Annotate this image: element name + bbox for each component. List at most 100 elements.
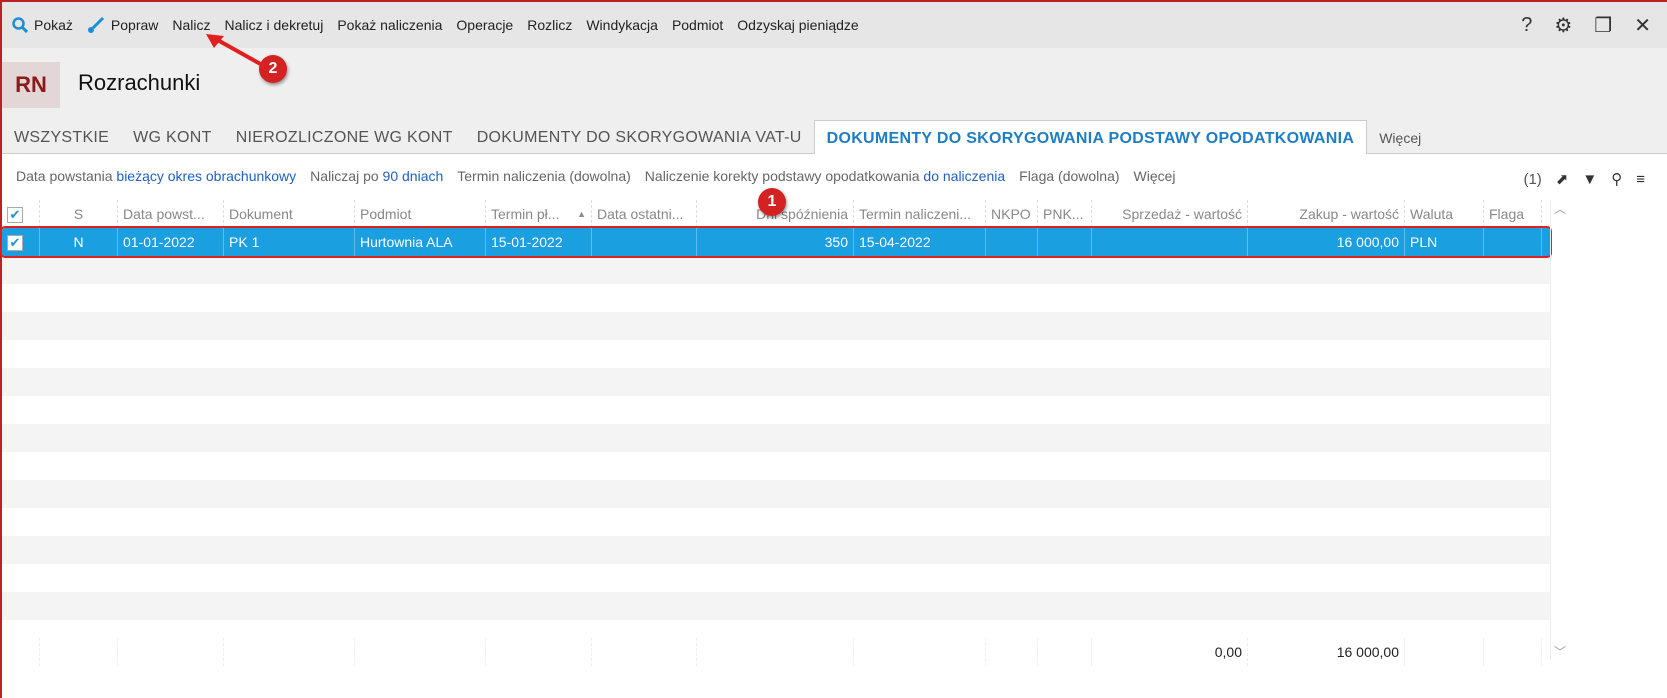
- sort-asc-icon: ▲: [577, 209, 586, 219]
- cell: [986, 228, 1038, 256]
- tab-2[interactable]: NIEROZLICZONE WG KONT: [224, 120, 465, 154]
- footer-cell: 0,00: [1092, 638, 1248, 666]
- column-header[interactable]: PNK...: [1038, 200, 1092, 228]
- footer-cell: [355, 638, 486, 666]
- filter-label: Data powstania: [16, 168, 113, 184]
- footer-cell: [40, 638, 118, 666]
- filter-count: (1): [1523, 170, 1542, 188]
- toolbar-label: Odzyskaj pieniądze: [737, 17, 859, 33]
- column-header[interactable]: NKPO: [986, 200, 1038, 228]
- header-label: Termin pł...: [491, 206, 560, 222]
- table-row[interactable]: ✔ N 01-01-2022 PK 1 Hurtownia ALA 15-01-2022 3…: [0, 226, 1552, 258]
- cell: [1038, 228, 1092, 256]
- filter-flaga[interactable]: Flaga (dowolna): [1019, 168, 1119, 184]
- toolbar-odzyskaj-pieniądze-button[interactable]: Odzyskaj pieniądze: [737, 17, 858, 33]
- footer-cell: [1484, 638, 1542, 666]
- filter-value[interactable]: bieżący okres obrachunkowy: [116, 168, 296, 184]
- toolbar-rozlicz-button[interactable]: Rozlicz: [527, 17, 572, 33]
- toolbar-pokaż-button[interactable]: Pokaż: [12, 17, 73, 33]
- filter-more[interactable]: Więcej: [1134, 168, 1176, 184]
- gear-icon[interactable]: ⚙: [1554, 13, 1572, 38]
- column-header[interactable]: S: [40, 200, 118, 228]
- empty-row: [2, 312, 1550, 340]
- page-title: Rozrachunki: [78, 70, 201, 95]
- scroll-up-icon[interactable]: ︿: [1551, 200, 1569, 217]
- tab-3[interactable]: DOKUMENTY DO SKORYGOWANIA VAT-U: [465, 120, 814, 154]
- vertical-scrollbar[interactable]: ︿ ﹀: [1550, 200, 1569, 660]
- scroll-down-icon[interactable]: ﹀: [1551, 643, 1569, 660]
- cell: 16 000,00: [1248, 228, 1405, 256]
- export-icon[interactable]: ⬈: [1556, 170, 1569, 188]
- toolbar-pokaż-naliczenia-button[interactable]: Pokaż naliczenia: [337, 17, 442, 33]
- footer-cell: [986, 638, 1038, 666]
- brush-icon: [87, 16, 104, 33]
- filter-termin[interactable]: Termin naliczenia (dowolna): [457, 168, 631, 184]
- toolbar-label: Windykacja: [586, 17, 658, 33]
- toolbar-label: Popraw: [110, 17, 159, 33]
- cell: ✔: [2, 228, 40, 256]
- column-header[interactable]: Flaga: [1484, 200, 1542, 228]
- tab-bar: WSZYSTKIE WG KONT NIEROZLICZONE WG KONT DOK…: [2, 120, 1667, 154]
- cell: 15-04-2022: [854, 228, 986, 256]
- empty-row: [2, 592, 1550, 620]
- help-icon[interactable]: ?: [1521, 14, 1532, 37]
- grid-tools: (1) ⬈ ▼ ⚲ ≡: [1523, 170, 1645, 189]
- filter-days[interactable]: Naliczaj po 90 dniach: [310, 168, 443, 184]
- empty-row: [2, 284, 1550, 312]
- empty-row: [2, 256, 1550, 284]
- cell: PK 1: [224, 228, 355, 256]
- column-header[interactable]: Podmiot: [355, 200, 486, 228]
- column-header[interactable]: Zakup - wartość: [1248, 200, 1405, 228]
- footer-cell: [224, 638, 355, 666]
- filter-korekta[interactable]: Naliczenie korekty podstawy opodatkowani…: [645, 168, 1005, 184]
- cell: [592, 228, 697, 256]
- toolbar-windykacja-button[interactable]: Windykacja: [586, 17, 658, 33]
- empty-row: [2, 396, 1550, 424]
- tab-5[interactable]: Więcej: [1367, 120, 1433, 154]
- column-header[interactable]: Waluta: [1405, 200, 1484, 228]
- search-icon[interactable]: ⚲: [1611, 170, 1622, 188]
- empty-row: [2, 340, 1550, 368]
- tab-1[interactable]: WG KONT: [121, 120, 224, 154]
- toolbar-label: Pokaż naliczenia: [337, 17, 443, 33]
- filter-date[interactable]: Data powstania bieżący okres obrachunkow…: [16, 168, 296, 184]
- footer-cell: [697, 638, 854, 666]
- empty-row: [2, 536, 1550, 564]
- toolbar-label: Podmiot: [671, 17, 724, 33]
- cell: 350: [697, 228, 854, 256]
- checkbox[interactable]: ✔: [7, 207, 23, 224]
- cell: 01-01-2022: [118, 228, 224, 256]
- toolbar-popraw-button[interactable]: Popraw: [87, 16, 158, 34]
- module-badge: RN: [2, 62, 60, 108]
- annotation-arrow: [206, 34, 265, 68]
- column-header[interactable]: Data powst...: [118, 200, 224, 228]
- column-header[interactable]: Data ostatni...: [592, 200, 697, 228]
- footer-cell: [592, 638, 697, 666]
- empty-row: [2, 564, 1550, 592]
- empty-row: [2, 424, 1550, 452]
- tab-0[interactable]: WSZYSTKIE: [2, 120, 121, 154]
- filter-value[interactable]: 90 dniach: [383, 168, 444, 184]
- menu-icon[interactable]: ≡: [1636, 171, 1645, 188]
- filter-value[interactable]: do naliczenia: [923, 168, 1005, 184]
- footer-cell: [118, 638, 224, 666]
- tab-4[interactable]: DOKUMENTY DO SKORYGOWANIA PODSTAWY OPODA…: [813, 120, 1368, 154]
- footer-cell: [1038, 638, 1092, 666]
- empty-row: [2, 368, 1550, 396]
- restore-window-icon[interactable]: ❐: [1594, 13, 1612, 38]
- filter-icon[interactable]: ▼: [1582, 171, 1597, 188]
- checkbox[interactable]: ✔: [7, 235, 23, 252]
- filter-label: Naliczenie korekty podstawy opodatkowani…: [644, 168, 920, 184]
- column-header[interactable]: Dokument: [224, 200, 355, 228]
- footer-cell: [486, 638, 592, 666]
- window-controls: ? ⚙ ❐ ✕: [1521, 2, 1651, 48]
- toolbar-label: Operacje: [456, 17, 514, 33]
- toolbar-podmiot-button[interactable]: Podmiot: [672, 17, 723, 33]
- toolbar-operacje-button[interactable]: Operacje: [456, 17, 513, 33]
- toolbar-label: Rozlicz: [527, 17, 573, 33]
- close-icon[interactable]: ✕: [1634, 13, 1651, 38]
- column-header[interactable]: Termin naliczeni...: [854, 200, 986, 228]
- column-header[interactable]: Termin pł... ▲: [486, 200, 592, 228]
- column-header[interactable]: ✔: [2, 200, 40, 228]
- column-header[interactable]: Sprzedaż - wartość: [1092, 200, 1248, 228]
